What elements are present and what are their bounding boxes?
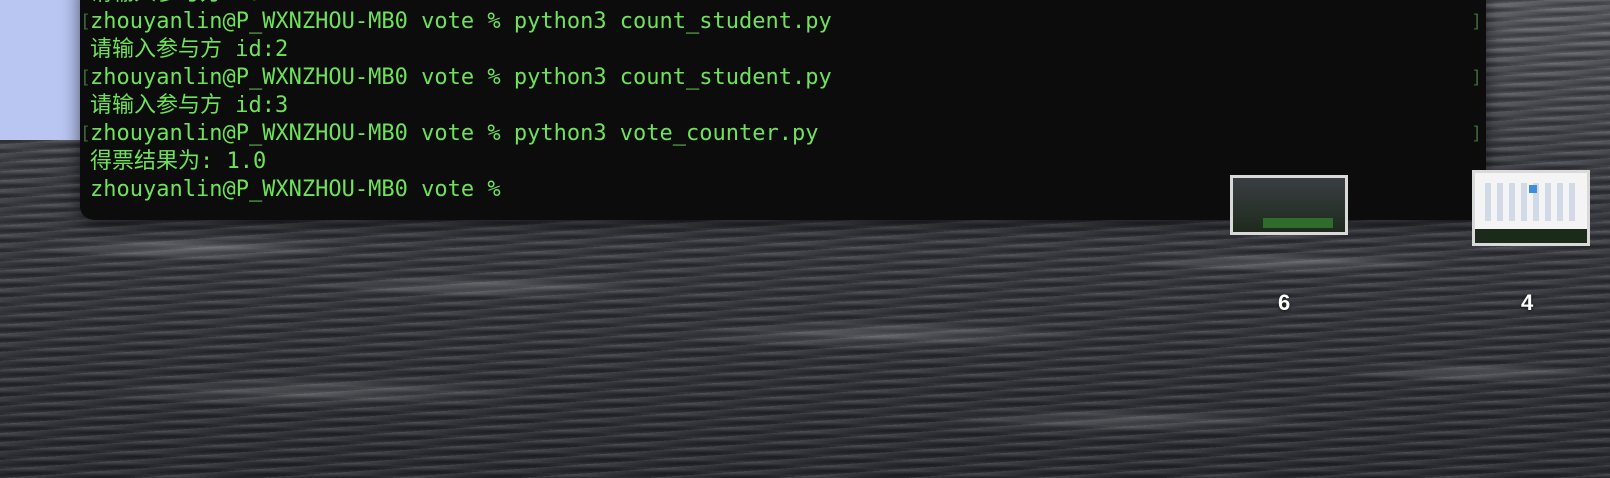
line-marker-left: [ bbox=[80, 67, 91, 88]
line-marker-right: ] bbox=[1471, 11, 1482, 32]
background-window[interactable] bbox=[0, 0, 92, 140]
space-thumbnail-6[interactable] bbox=[1230, 175, 1348, 235]
line-marker-right: ] bbox=[1471, 123, 1482, 144]
terminal-line-text: zhouyanlin@P_WXNZHOU-MB0 vote % python3 … bbox=[90, 9, 832, 34]
terminal-line-text: 请输入参与方 id:1 bbox=[90, 0, 288, 6]
terminal-command-line: [] zhouyanlin@P_WXNZHOU-MB0 vote % python… bbox=[80, 64, 1486, 92]
terminal-line-text: 请输入参与方 id:2 bbox=[90, 37, 289, 62]
space-label-4: 4 bbox=[1521, 290, 1534, 315]
terminal-output-line: 得票结果为: 1.0 bbox=[80, 148, 1486, 176]
space-thumbnail-4[interactable] bbox=[1472, 170, 1590, 246]
terminal-line-text: 得票结果为: 1.0 bbox=[90, 149, 267, 174]
terminal-output: 请输入参与方 id:1 [] zhouyanlin@P_WXNZHOU-MB0 vo… bbox=[80, 0, 1486, 204]
terminal-output-line: 请输入参与方 id:3 bbox=[80, 92, 1486, 120]
terminal-line-text: 请输入参与方 id:3 bbox=[90, 93, 289, 118]
terminal-output-line: 请输入参与方 id:1 bbox=[80, 0, 1486, 8]
line-marker-right: ] bbox=[1471, 67, 1482, 88]
space-label-6: 6 bbox=[1278, 290, 1291, 315]
line-marker-left: [ bbox=[80, 123, 91, 144]
terminal-line-text: zhouyanlin@P_WXNZHOU-MB0 vote % python3 … bbox=[90, 65, 832, 90]
terminal-line-text: zhouyanlin@P_WXNZHOU-MB0 vote % bbox=[90, 177, 514, 202]
terminal-command-line: [] zhouyanlin@P_WXNZHOU-MB0 vote % python… bbox=[80, 8, 1486, 36]
line-marker-left: [ bbox=[80, 11, 91, 32]
desktop-wallpaper: 请输入参与方 id:1 [] zhouyanlin@P_WXNZHOU-MB0 vo… bbox=[0, 0, 1610, 478]
terminal-line-text: zhouyanlin@P_WXNZHOU-MB0 vote % python3 … bbox=[90, 121, 819, 146]
terminal-command-line: [] zhouyanlin@P_WXNZHOU-MB0 vote % python… bbox=[80, 120, 1486, 148]
terminal-output-line: 请输入参与方 id:2 bbox=[80, 36, 1486, 64]
